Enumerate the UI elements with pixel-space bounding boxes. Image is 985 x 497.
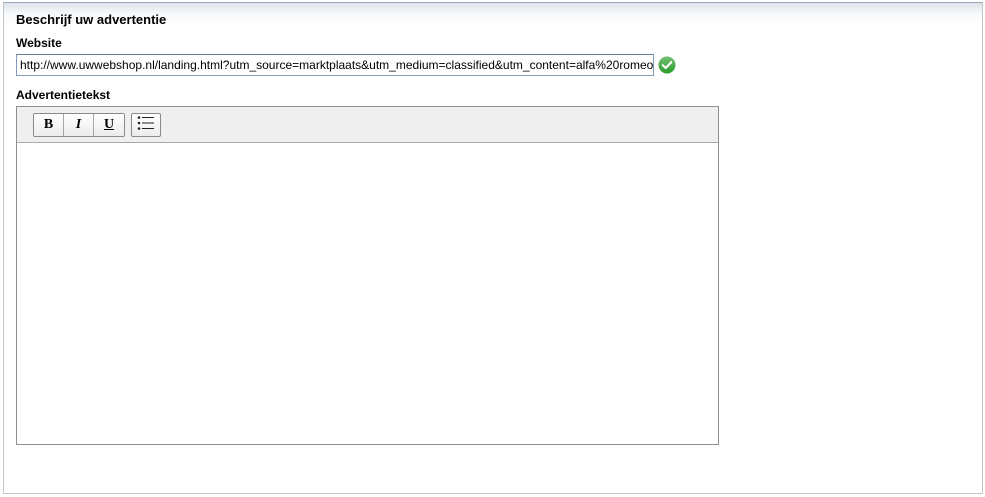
website-input[interactable]: http://www.uwwebshop.nl/landing.html?utm…: [16, 54, 654, 76]
section-title: Beschrijf uw advertentie: [16, 12, 167, 27]
underline-button[interactable]: U: [94, 114, 124, 136]
check-circle-icon: [658, 56, 676, 74]
bullet-list-icon: [137, 115, 155, 136]
format-button-group: B I U: [33, 113, 125, 137]
editor-toolbar: B I U: [17, 107, 718, 143]
bullet-list-button[interactable]: [131, 113, 161, 137]
bold-button[interactable]: B: [34, 114, 64, 136]
website-label: Website: [16, 36, 62, 50]
ad-text-label: Advertentietekst: [16, 88, 111, 102]
ad-description-panel: Beschrijf uw advertentie Website http://…: [3, 2, 983, 494]
rich-text-editor: B I U: [16, 106, 719, 445]
editor-content-area[interactable]: [17, 143, 718, 444]
italic-button[interactable]: I: [64, 114, 94, 136]
